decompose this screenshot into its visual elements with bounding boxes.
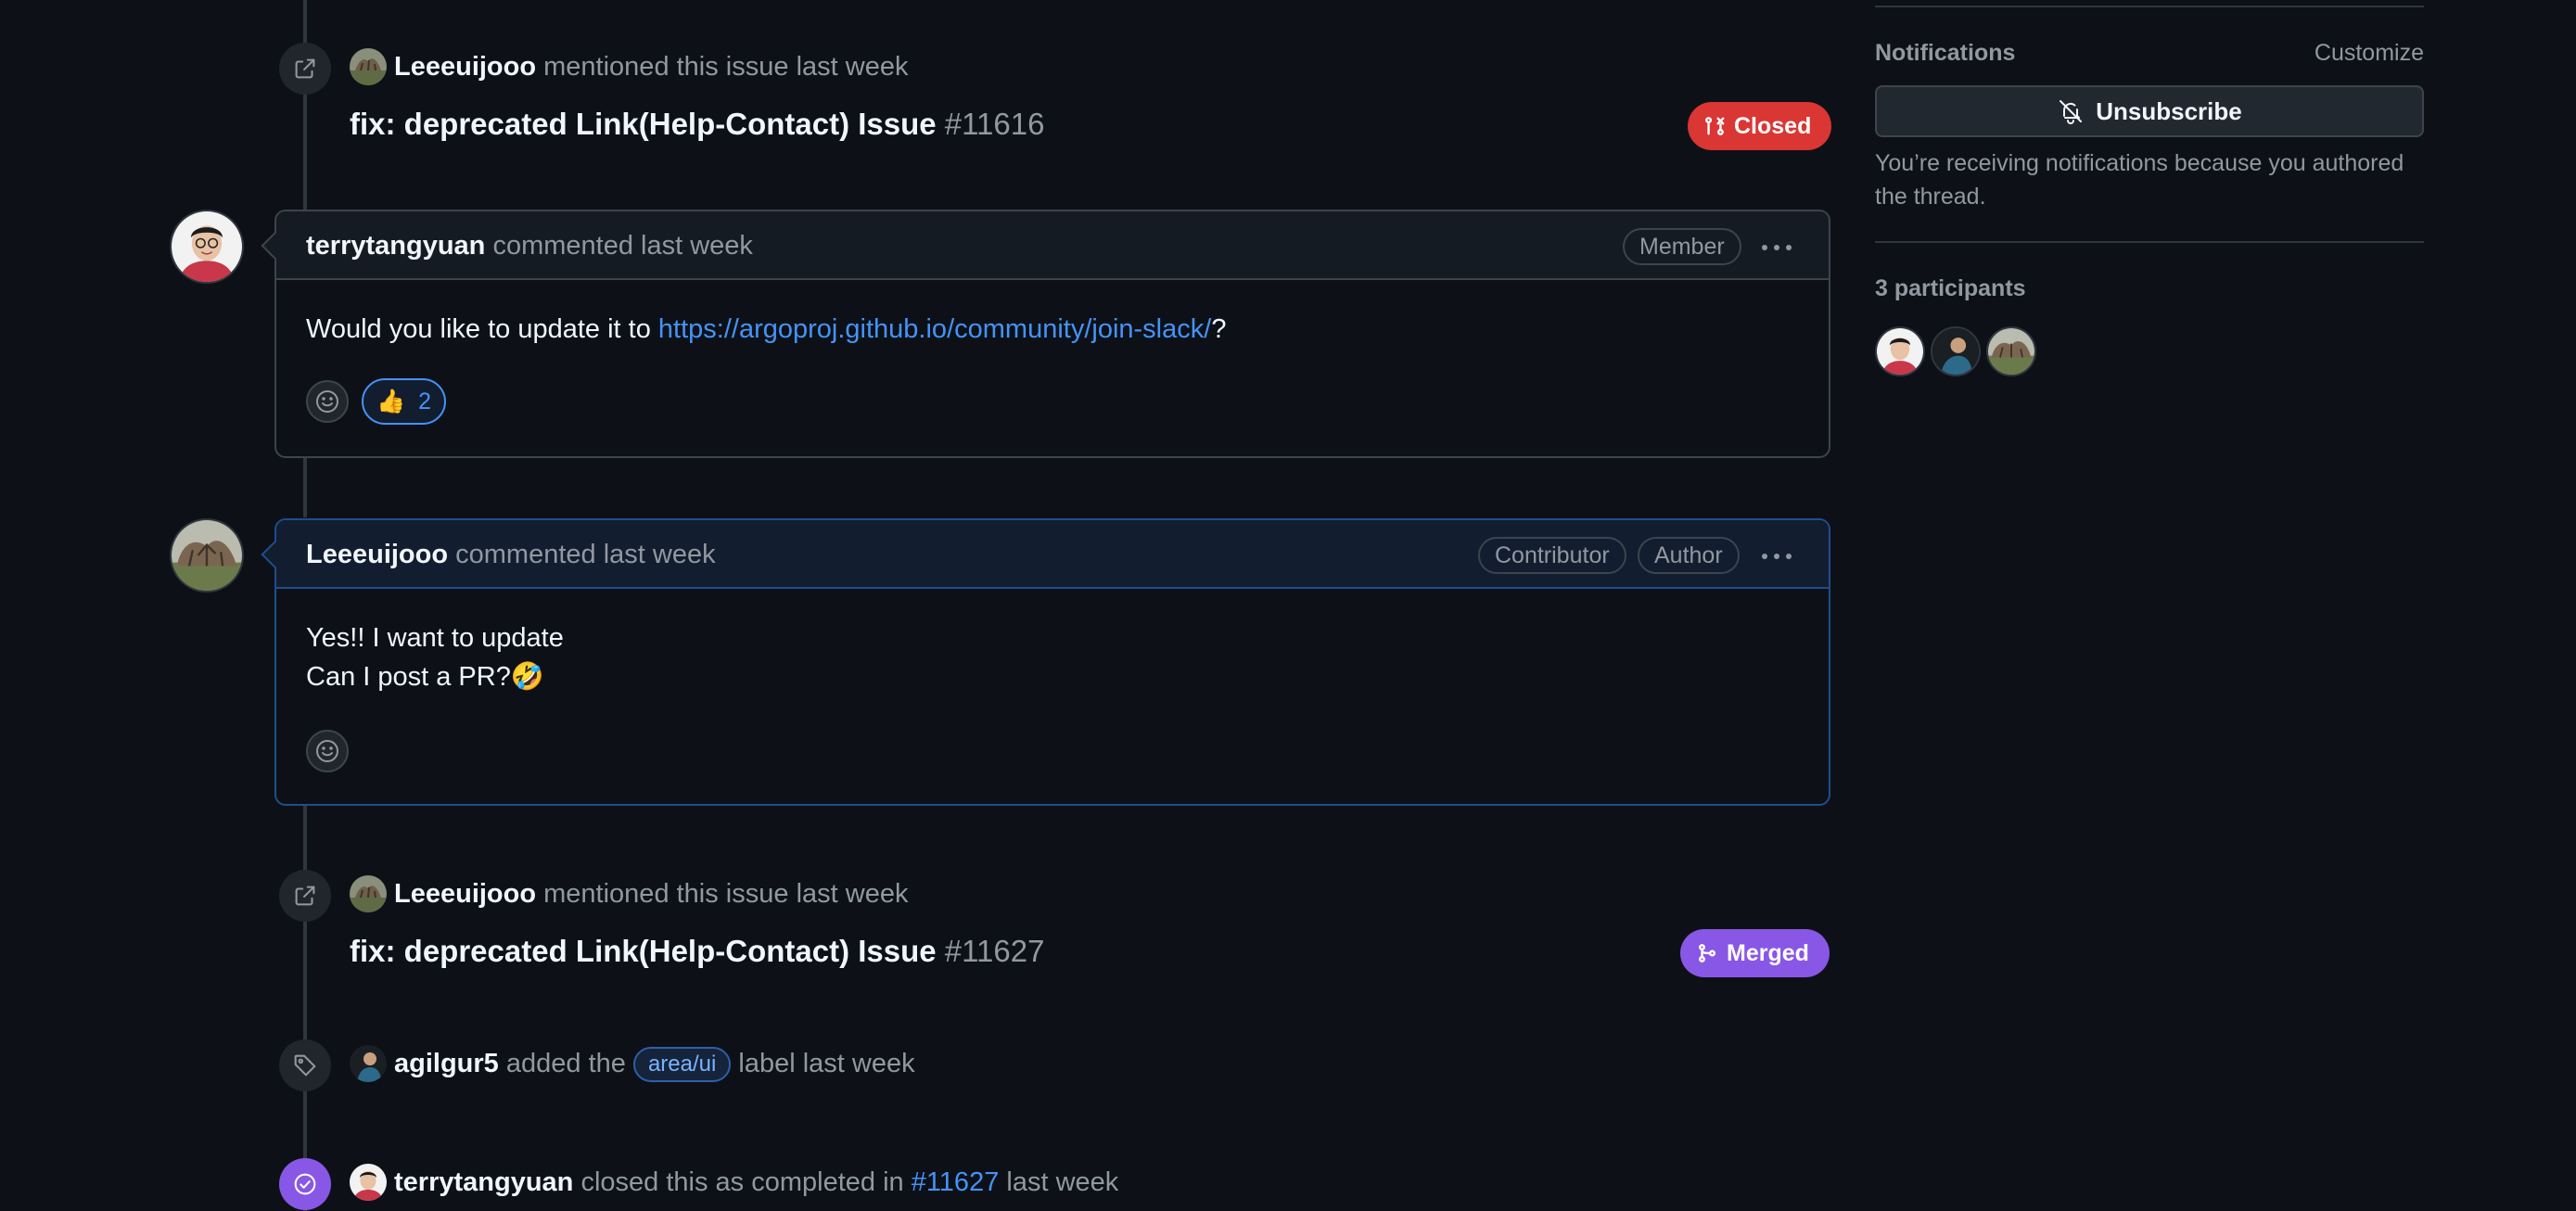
author-comment-card: Leeeuijooo commented last week Contribut… [261,518,1830,806]
comment-body-suffix: ? [1211,314,1227,344]
comment-time[interactable]: last week [604,540,716,569]
tag-icon [279,1039,331,1091]
bell-slash-icon [2060,100,2083,124]
add-reaction-button[interactable] [306,730,349,772]
comment-body-line-2: Can I post a PR?🤣 [306,662,544,692]
comment-options-button[interactable] [1758,539,1795,572]
timeline-line-middle [303,454,307,517]
mention-time[interactable]: last week [797,879,909,909]
sidebar-divider-top [1875,6,2424,7]
thumbs-up-icon: 👍 [376,388,406,414]
closed-event-user-link[interactable]: terrytangyuan [394,1167,573,1197]
author-badge: Author [1638,537,1740,574]
participant-avatar[interactable] [1986,326,2036,376]
merged-state-badge: Merged [1680,929,1830,977]
notification-reason-line-1: You’re receiving notifications because y… [1875,150,2404,176]
merge-icon [1699,944,1715,962]
closed-event-action: closed this as completed in [580,1167,904,1197]
merged-state-label: Merged [1727,939,1809,966]
participant-avatar[interactable] [1931,326,1981,376]
thumbs-up-reaction[interactable]: 👍 2 [362,378,447,425]
smiley-icon [316,390,338,413]
comment-time[interactable]: last week [641,231,753,261]
comment-header: terrytangyuan commented last week Member [276,211,1829,280]
comment-action: commented [455,540,596,569]
check-circle-icon [279,1158,331,1210]
mention-user-link[interactable]: Leeeuijooo [394,52,536,82]
referenced-issue-number[interactable]: #11616 [945,107,1045,141]
commenter-avatar[interactable] [170,210,244,284]
comment-author-link[interactable]: terrytangyuan [306,231,485,261]
pull-request-closed-icon [1705,117,1725,135]
cross-reference-icon [279,43,331,95]
comment-author-line: terrytangyuan commented last week [306,227,753,264]
mention-event-text: Leeeuijooo mentioned this issue last wee… [394,875,908,912]
closed-state-label: Closed [1734,112,1812,139]
comment-author-link[interactable]: Leeeuijooo [306,540,448,569]
contributor-badge: Contributor [1478,537,1626,574]
reaction-count: 2 [418,388,432,414]
participant-avatar[interactable] [1875,326,1925,376]
customize-notifications-link[interactable]: Customize [2315,40,2424,67]
referenced-pr-title-text[interactable]: fix: deprecated Link(Help-Contact) Issue [350,934,937,968]
comment-header: Leeeuijooo commented last week Contribut… [276,520,1829,589]
closed-event-time[interactable]: last week [1006,1167,1118,1197]
mention-time[interactable]: last week [797,52,909,82]
cross-reference-icon [279,870,331,922]
comment-options-button[interactable] [1758,230,1795,263]
unsubscribe-label: Unsubscribe [2096,96,2242,125]
label-event-text: agilgur5 added the area/ui label last we… [394,1045,915,1083]
referenced-issue-title[interactable]: fix: deprecated Link(Help-Contact) Issue… [350,104,1044,145]
timeline-line-bottom [303,805,307,1211]
label-event-user-link[interactable]: agilgur5 [394,1049,499,1078]
avatar[interactable] [350,875,387,912]
comment-action: commented [492,231,633,261]
commenter-avatar[interactable] [170,518,244,593]
comment-body-link[interactable]: https://argoproj.github.io/community/joi… [658,314,1211,344]
timeline-line-top [303,0,307,211]
notification-reason-line-2: the thread. [1875,184,1986,210]
mention-action: mentioned this issue [543,879,789,909]
unsubscribe-button[interactable]: Unsubscribe [1875,85,2424,137]
referenced-pr-number[interactable]: #11627 [945,934,1045,968]
comment-card: terrytangyuan commented last week Member… [261,210,1830,458]
mention-event-text: Leeeuijooo mentioned this issue last wee… [394,48,908,85]
comment-body: Would you like to update it to https://a… [306,310,1226,349]
comment-body-line-1: Yes!! I want to update [306,623,564,653]
comment-author-line: Leeeuijooo commented last week [306,536,716,573]
member-badge: Member [1623,228,1741,265]
smiley-icon [316,740,338,762]
mention-action: mentioned this issue [543,52,789,82]
mention-user-link[interactable]: Leeeuijooo [394,879,536,909]
participants-heading: 3 participants [1875,275,2026,301]
closed-state-badge: Closed [1688,102,1832,150]
comment-body-text: Would you like to update it to [306,314,658,344]
closed-event-pr-link[interactable]: #11627 [912,1167,1000,1197]
closed-event-text: terrytangyuan closed this as completed i… [394,1164,1118,1201]
add-reaction-button[interactable] [306,380,349,423]
avatar[interactable] [350,1045,387,1082]
area-ui-label[interactable]: area/ui [632,1047,732,1083]
referenced-pr-title[interactable]: fix: deprecated Link(Help-Contact) Issue… [350,931,1044,972]
label-event-action: added the [505,1049,626,1078]
sidebar-divider [1875,241,2424,243]
referenced-issue-title-text[interactable]: fix: deprecated Link(Help-Contact) Issue [350,107,937,141]
notifications-heading: Notifications [1875,40,2016,66]
avatar[interactable] [350,48,387,85]
label-event-suffix: label last week [738,1049,915,1078]
avatar[interactable] [350,1164,387,1201]
